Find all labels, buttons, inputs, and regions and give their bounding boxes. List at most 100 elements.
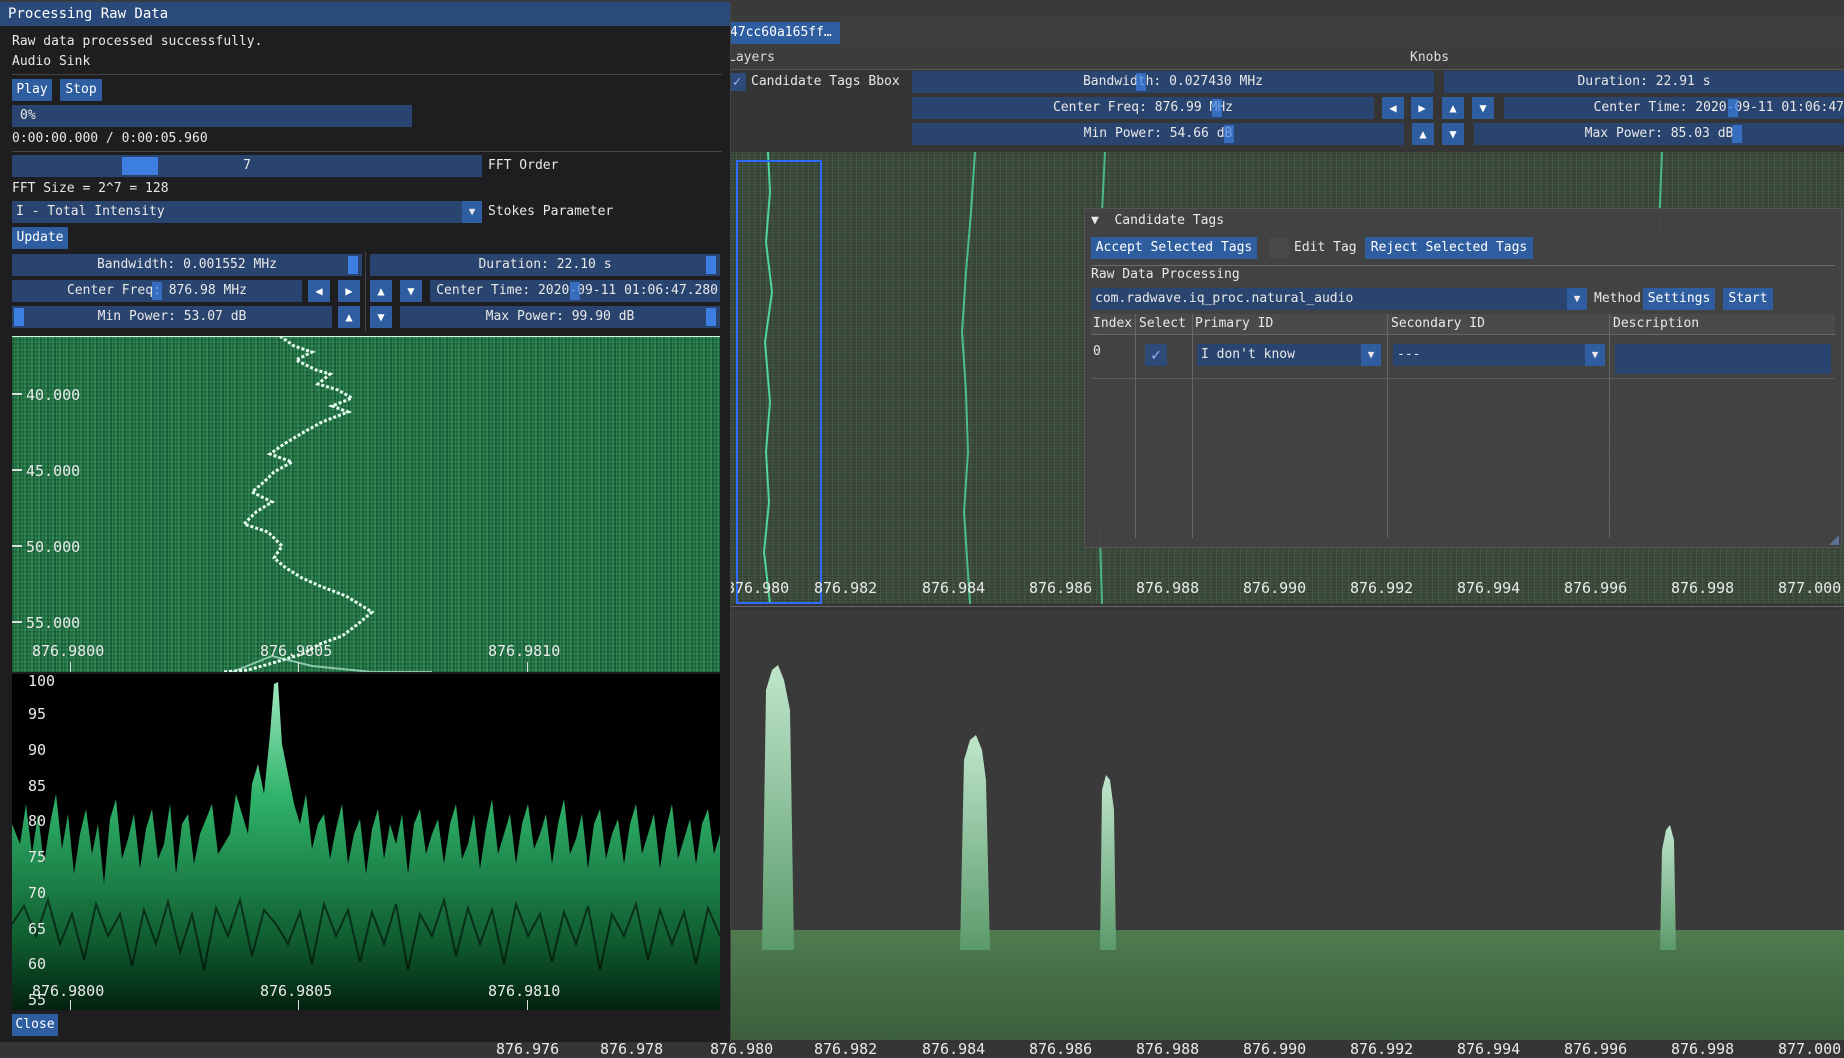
bg-duration-text: Duration: 22.91 s bbox=[1577, 74, 1711, 89]
bg-center-time-text: Center Time: 2020-09-11 01:06:47 bbox=[1593, 100, 1844, 115]
edit-tag-checkbox[interactable] bbox=[1269, 238, 1289, 258]
reject-selected-tags-button[interactable]: Reject Selected Tags bbox=[1365, 237, 1533, 259]
window-title-bar[interactable]: Processing Raw Data bbox=[0, 2, 730, 26]
tags-table: Index Select Primary ID Secondary ID Des… bbox=[1091, 314, 1835, 542]
row-select-checkbox[interactable]: ✓ bbox=[1145, 344, 1167, 366]
candidate-tags-bbox-label: Candidate Tags Bbox bbox=[751, 74, 900, 89]
stokes-dropdown[interactable]: I - Total Intensity ▼ bbox=[12, 201, 482, 223]
col-secondary-id[interactable]: Secondary ID bbox=[1391, 316, 1485, 331]
bg-freq-right-arrow[interactable]: ▶ bbox=[1411, 97, 1433, 119]
bg-axis-line bbox=[620, 606, 1844, 607]
description-input[interactable] bbox=[1615, 344, 1831, 374]
edit-tag-label: Edit Tag bbox=[1294, 240, 1357, 255]
col-description[interactable]: Description bbox=[1613, 316, 1699, 331]
center-freq-grab[interactable] bbox=[152, 282, 162, 300]
bandwidth-grab[interactable] bbox=[348, 256, 358, 274]
freq-tick bbox=[527, 662, 528, 672]
stop-button[interactable]: Stop bbox=[60, 79, 102, 101]
bg-freq-tick: 876.986 bbox=[1029, 1040, 1093, 1058]
bg-max-power-knob[interactable]: Max Power: 85.03 dB bbox=[1474, 123, 1844, 145]
col-divider bbox=[1135, 314, 1136, 538]
fft-order-slider[interactable]: 7 bbox=[12, 155, 482, 177]
progress-text: 0% bbox=[20, 108, 36, 123]
freq-tick bbox=[298, 1000, 299, 1010]
min-power-knob[interactable]: Min Power: 53.07 dB bbox=[12, 306, 332, 328]
layers-label: Layers bbox=[728, 50, 775, 65]
primary-id-dropdown[interactable]: I don't know ▼ bbox=[1197, 344, 1381, 366]
waterfall-top-line bbox=[12, 336, 720, 337]
secondary-id-value: --- bbox=[1397, 347, 1421, 362]
max-power-grab[interactable] bbox=[706, 308, 716, 326]
time-down-arrow-icon[interactable]: ▼ bbox=[400, 280, 422, 302]
bg-freq-tick: 876.982 bbox=[814, 579, 878, 597]
close-button[interactable]: Close bbox=[12, 1014, 58, 1036]
resize-grip-icon[interactable] bbox=[1829, 535, 1839, 545]
bg-max-power-down-arrow[interactable]: ▼ bbox=[1442, 123, 1464, 145]
start-button[interactable]: Start bbox=[1723, 288, 1773, 310]
bg-bandwidth-grab[interactable] bbox=[1136, 73, 1146, 91]
bg-freq-tick: 876.992 bbox=[1350, 1040, 1414, 1058]
secondary-id-dropdown[interactable]: --- ▼ bbox=[1393, 344, 1605, 366]
power-tick-label: 60 bbox=[28, 955, 47, 973]
col-primary-id[interactable]: Primary ID bbox=[1195, 316, 1273, 331]
settings-button[interactable]: Settings bbox=[1643, 288, 1715, 310]
col-index[interactable]: Index bbox=[1093, 316, 1132, 331]
bg-time-up-arrow[interactable]: ▲ bbox=[1442, 97, 1464, 119]
min-power-grab[interactable] bbox=[14, 308, 24, 326]
freq-tick bbox=[70, 1000, 71, 1010]
bg-freq-tick: 876.984 bbox=[922, 1040, 986, 1058]
method-label: Method bbox=[1594, 291, 1641, 306]
freq-left-arrow-icon[interactable]: ◀ bbox=[308, 280, 330, 302]
power-tick-label: 65 bbox=[28, 920, 47, 938]
method-dropdown[interactable]: com.radwave.iq_proc.natural_audio ▼ bbox=[1091, 288, 1587, 310]
bg-min-power-grab[interactable] bbox=[1224, 125, 1234, 143]
bg-center-time-knob[interactable]: Center Time: 2020-09-11 01:06:47 bbox=[1504, 97, 1844, 119]
candidate-tags-panel: ▼ Candidate Tags Accept Selected Tags Ed… bbox=[1084, 208, 1842, 548]
power-tick-label: 90 bbox=[28, 741, 47, 759]
tab-active[interactable]: 47cc60a165ff… bbox=[728, 22, 840, 44]
time-tick bbox=[12, 621, 22, 623]
min-power-up-arrow-icon[interactable]: ▲ bbox=[338, 306, 360, 328]
primary-id-value: I don't know bbox=[1201, 347, 1295, 362]
col-select[interactable]: Select bbox=[1139, 316, 1186, 331]
col-divider bbox=[1387, 314, 1388, 538]
time-up-arrow-icon[interactable]: ▲ bbox=[370, 280, 392, 302]
bg-min-power-knob[interactable]: Min Power: 54.66 dB bbox=[912, 123, 1404, 145]
power-tick-label: 80 bbox=[28, 812, 47, 830]
power-tick-label: 85 bbox=[28, 777, 47, 795]
power-tick-label: 100 bbox=[28, 672, 56, 690]
play-button[interactable]: Play bbox=[12, 79, 52, 101]
row-index: 0 bbox=[1093, 344, 1101, 359]
bg-center-time-grab[interactable] bbox=[1728, 99, 1738, 117]
freq-tick-label: 876.9805 bbox=[260, 642, 333, 660]
bg-time-down-arrow[interactable]: ▼ bbox=[1472, 97, 1494, 119]
bg-duration-knob[interactable]: Duration: 22.91 s bbox=[1444, 71, 1844, 93]
center-time-grab[interactable] bbox=[570, 282, 580, 300]
fft-order-grab[interactable] bbox=[122, 157, 158, 175]
update-button[interactable]: Update bbox=[12, 227, 68, 249]
bg-spectrum-peaks bbox=[762, 665, 1676, 950]
bg-bandwidth-text: Bandwidth: 0.027430 MHz bbox=[1082, 74, 1263, 89]
stokes-label: Stokes Parameter bbox=[488, 204, 614, 219]
max-power-down-arrow-icon[interactable]: ▼ bbox=[370, 306, 392, 328]
bg-freq-left-arrow[interactable]: ◀ bbox=[1382, 97, 1404, 119]
max-power-knob[interactable]: Max Power: 99.90 dB bbox=[400, 306, 720, 328]
bandwidth-knob[interactable]: Bandwidth: 0.001552 MHz bbox=[12, 254, 362, 276]
tag-bounding-box[interactable] bbox=[736, 160, 822, 604]
row-divider bbox=[1091, 378, 1835, 379]
bg-min-power-up-arrow[interactable]: ▲ bbox=[1412, 123, 1434, 145]
duration-knob[interactable]: Duration: 22.10 s bbox=[370, 254, 720, 276]
bg-max-power-grab[interactable] bbox=[1732, 125, 1742, 143]
bg-freq-tick: 876.996 bbox=[1564, 1040, 1628, 1058]
freq-right-arrow-icon[interactable]: ▶ bbox=[338, 280, 360, 302]
candidate-tags-header[interactable]: ▼ Candidate Tags bbox=[1091, 213, 1224, 228]
bg-center-freq-knob[interactable]: Center Freq: 876.99 MHz bbox=[912, 97, 1374, 119]
time-tick-label: 55.000 bbox=[26, 614, 81, 632]
bg-bandwidth-knob[interactable]: Bandwidth: 0.027430 MHz bbox=[912, 71, 1434, 93]
bg-freq-tick: 876.976 bbox=[496, 1040, 560, 1058]
bg-center-freq-grab[interactable] bbox=[1212, 99, 1222, 117]
accept-selected-tags-button[interactable]: Accept Selected Tags bbox=[1091, 237, 1257, 259]
bg-freq-tick: 876.984 bbox=[922, 579, 986, 597]
bg-min-power-text: Min Power: 54.66 dB bbox=[1083, 126, 1233, 141]
duration-grab[interactable] bbox=[706, 256, 716, 274]
